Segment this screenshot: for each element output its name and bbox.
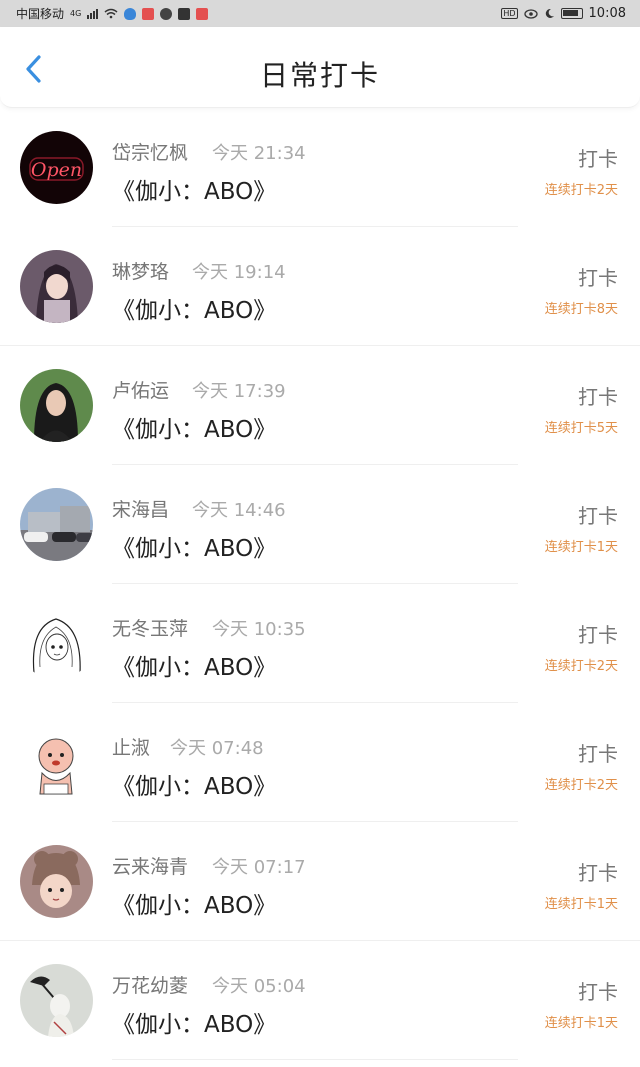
checkin-button[interactable]: 打卡 <box>578 262 618 291</box>
status-right: HD 10:08 <box>501 6 626 21</box>
book-title[interactable]: 《伽小：ABO》 <box>112 1005 276 1039</box>
wechat-icon <box>160 7 173 20</box>
avatar[interactable] <box>20 964 93 1037</box>
status-left: 中国移动 4G <box>16 5 209 22</box>
moon-icon <box>545 8 554 18</box>
list-item[interactable]: 卢佑运 今天 17:39 《伽小：ABO》 打卡 连续打卡5天 <box>0 346 640 465</box>
user-name: 无冬玉萍 <box>112 618 189 640</box>
play-notification-icon <box>178 7 191 20</box>
eye-icon <box>523 8 538 19</box>
page-title: 日常打卡 <box>259 59 380 92</box>
user-name: 云来海青 <box>112 856 189 878</box>
list-item[interactable]: Open 岱宗忆枫 今天 21:34 《伽小：ABO》 打卡 连续打卡2天 <box>0 108 640 227</box>
avatar[interactable] <box>20 607 93 680</box>
user-name: 卢佑运 <box>112 380 170 402</box>
divider <box>112 1059 518 1060</box>
checkin-button[interactable]: 打卡 <box>578 738 618 767</box>
book-title[interactable]: 《伽小：ABO》 <box>112 410 276 444</box>
checkin-list: Open 岱宗忆枫 今天 21:34 《伽小：ABO》 打卡 连续打卡2天 琳梦… <box>0 108 640 1060</box>
streak-label: 连续打卡2天 <box>544 778 618 793</box>
streak-label: 连续打卡1天 <box>544 1016 618 1031</box>
streak-label: 连续打卡1天 <box>544 897 618 912</box>
streak-label: 连续打卡8天 <box>544 302 618 317</box>
book-title[interactable]: 《伽小：ABO》 <box>112 886 276 920</box>
app-notification-icon <box>142 7 155 20</box>
carrier-label: 中国移动 <box>16 7 65 21</box>
book-title[interactable]: 《伽小：ABO》 <box>112 529 276 563</box>
streak-label: 连续打卡2天 <box>544 659 618 674</box>
checkin-button[interactable]: 打卡 <box>578 143 618 172</box>
post-time: 今天 14:46 <box>192 500 286 521</box>
post-time: 今天 07:17 <box>212 857 306 878</box>
signal-icon <box>87 8 99 19</box>
avatar[interactable] <box>20 488 93 561</box>
streak-label: 连续打卡5天 <box>544 421 618 436</box>
checkin-button[interactable]: 打卡 <box>578 619 618 648</box>
post-time: 今天 10:35 <box>212 619 306 640</box>
post-time: 今天 21:34 <box>212 143 306 164</box>
network-label: 4G <box>70 9 82 18</box>
post-time: 今天 19:14 <box>192 262 286 283</box>
status-time: 10:08 <box>588 6 626 21</box>
user-name: 岱宗忆枫 <box>112 142 189 164</box>
user-name: 宋海昌 <box>112 499 170 521</box>
user-name: 万花幼菱 <box>112 975 189 997</box>
battery-icon <box>560 8 583 19</box>
list-item[interactable]: 云来海青 今天 07:17 《伽小：ABO》 打卡 连续打卡1天 <box>0 822 640 941</box>
status-bar: 中国移动 4G HD 10:08 <box>0 0 640 27</box>
streak-label: 连续打卡2天 <box>544 183 618 198</box>
app-badge-icon <box>196 7 209 20</box>
list-item[interactable]: 止淑 今天 07:48 《伽小：ABO》 打卡 连续打卡2天 <box>0 703 640 822</box>
user-name: 止淑 <box>112 737 151 759</box>
checkin-button[interactable]: 打卡 <box>578 976 618 1005</box>
shield-icon <box>124 7 137 20</box>
streak-label: 连续打卡1天 <box>544 540 618 555</box>
avatar[interactable] <box>20 845 93 918</box>
checkin-button[interactable]: 打卡 <box>578 857 618 886</box>
book-title[interactable]: 《伽小：ABO》 <box>112 291 276 325</box>
book-title[interactable]: 《伽小：ABO》 <box>112 767 276 801</box>
avatar[interactable]: Open <box>20 131 93 204</box>
post-time: 今天 17:39 <box>192 381 286 402</box>
avatar[interactable] <box>20 250 93 323</box>
svg-text:Open: Open <box>31 159 82 181</box>
avatar[interactable] <box>20 369 93 442</box>
book-title[interactable]: 《伽小：ABO》 <box>112 648 276 682</box>
list-item[interactable]: 万花幼菱 今天 05:04 《伽小：ABO》 打卡 连续打卡1天 <box>0 941 640 1060</box>
book-title[interactable]: 《伽小：ABO》 <box>112 172 276 206</box>
list-item[interactable]: 琳梦珞 今天 19:14 《伽小：ABO》 打卡 连续打卡8天 <box>0 227 640 346</box>
avatar[interactable] <box>20 726 93 799</box>
list-item[interactable]: 无冬玉萍 今天 10:35 《伽小：ABO》 打卡 连续打卡2天 <box>0 584 640 703</box>
nav-header: 日常打卡 <box>0 27 640 108</box>
checkin-button[interactable]: 打卡 <box>578 500 618 529</box>
post-time: 今天 05:04 <box>212 976 306 997</box>
checkin-button[interactable]: 打卡 <box>578 381 618 410</box>
user-name: 琳梦珞 <box>112 261 170 283</box>
hd-icon: HD <box>501 8 518 19</box>
wifi-icon <box>104 8 118 19</box>
post-time: 今天 07:48 <box>170 738 264 759</box>
list-item[interactable]: 宋海昌 今天 14:46 《伽小：ABO》 打卡 连续打卡1天 <box>0 465 640 584</box>
